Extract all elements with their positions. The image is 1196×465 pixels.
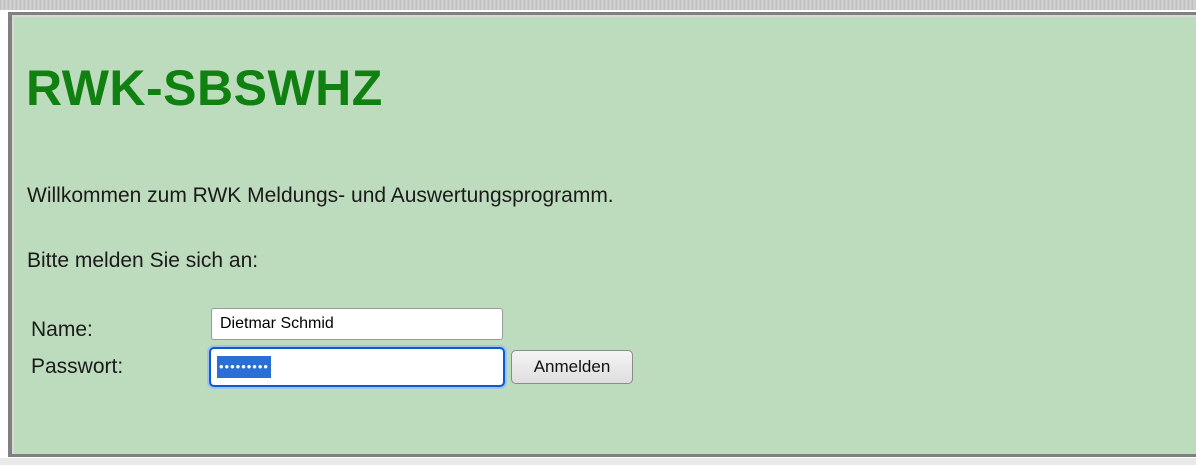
login-button[interactable]: Anmelden	[511, 350, 633, 384]
bottom-border	[0, 458, 1196, 465]
login-prompt: Bitte melden Sie sich an:	[27, 249, 259, 272]
page-title: RWK-SBSWHZ	[26, 60, 383, 116]
password-label: Passwort:	[31, 355, 124, 378]
password-masked-value: •••••••••	[217, 356, 271, 378]
name-input[interactable]: Dietmar Schmid	[211, 308, 503, 340]
welcome-text: Willkommen zum RWK Meldungs- und Auswert…	[27, 184, 614, 207]
page-frame: RWK-SBSWHZ Willkommen zum RWK Meldungs- …	[0, 0, 1196, 465]
top-border	[0, 0, 1196, 10]
password-input[interactable]: •••••••••	[209, 347, 505, 387]
name-label: Name:	[31, 318, 93, 341]
